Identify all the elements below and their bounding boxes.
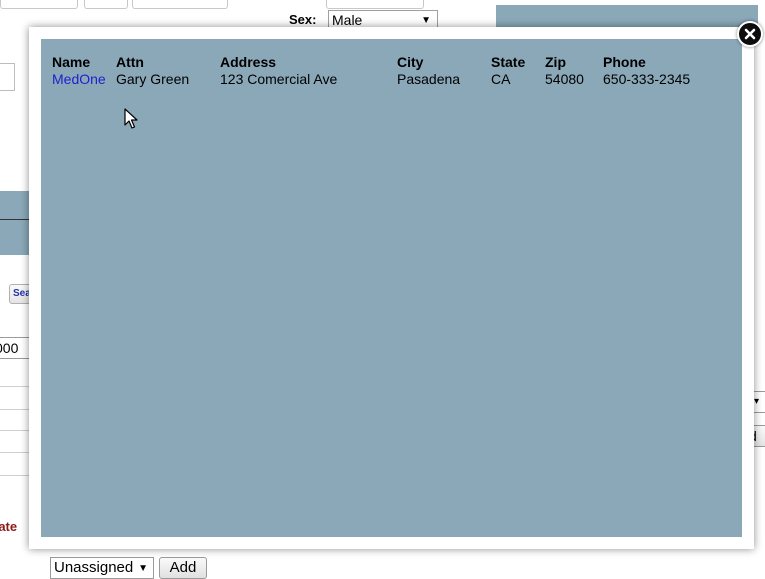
- background-input-left[interactable]: [0, 63, 15, 91]
- column-header-phone: Phone: [603, 54, 646, 70]
- column-header-city: City: [397, 54, 424, 70]
- background-input-2[interactable]: [84, 0, 128, 9]
- column-header-attn: Attn: [116, 54, 144, 70]
- assignee-select-value: Unassigned: [54, 559, 134, 576]
- cell-city: Pasadena: [397, 71, 461, 87]
- chevron-down-icon: ▾: [754, 396, 760, 407]
- table-row[interactable]: MedOne Gary Green 123 Comercial Ave Pasa…: [52, 70, 703, 88]
- cell-phone: 650-333-2345: [603, 71, 691, 87]
- column-header-address: Address: [220, 54, 277, 70]
- assignee-select[interactable]: Unassigned ▼: [50, 557, 154, 579]
- background-divider: [0, 409, 32, 410]
- cell-state: CA: [491, 71, 511, 87]
- mouse-pointer-icon: [124, 108, 138, 129]
- cell-zip: 54080: [545, 71, 584, 87]
- cell-address: 123 Comercial Ave: [220, 71, 338, 87]
- results-table: Name Attn Address City State Zip Phone M…: [52, 52, 703, 88]
- background-divider: [0, 430, 32, 431]
- cell-name[interactable]: MedOne: [52, 70, 116, 88]
- sex-label: Sex:: [289, 12, 317, 27]
- background-divider: [0, 386, 32, 387]
- background-divider: [0, 452, 32, 453]
- background-band: [0, 191, 32, 255]
- column-header-state: State: [491, 54, 526, 70]
- name-link[interactable]: MedOne: [52, 71, 106, 87]
- chevron-down-icon: ▼: [138, 563, 148, 574]
- add-button[interactable]: Add: [159, 557, 207, 579]
- lookup-modal: Name Attn Address City State Zip Phone M…: [29, 27, 754, 549]
- table-header-row: Name Attn Address City State Zip Phone: [52, 52, 703, 70]
- sex-select-value: Male: [332, 12, 363, 28]
- column-header-name: Name: [52, 54, 91, 70]
- close-icon: [744, 28, 756, 40]
- background-divider: [0, 475, 32, 476]
- state-label: tate: [0, 519, 18, 534]
- close-button[interactable]: [737, 21, 763, 47]
- cell-attn: Gary Green: [116, 71, 190, 87]
- modal-content: Name Attn Address City State Zip Phone M…: [41, 39, 742, 537]
- column-header-zip: Zip: [545, 54, 566, 70]
- background-input-3[interactable]: [132, 0, 228, 9]
- background-input-1[interactable]: [0, 0, 78, 9]
- background-divider: [0, 219, 32, 220]
- background-input-4[interactable]: [326, 0, 424, 9]
